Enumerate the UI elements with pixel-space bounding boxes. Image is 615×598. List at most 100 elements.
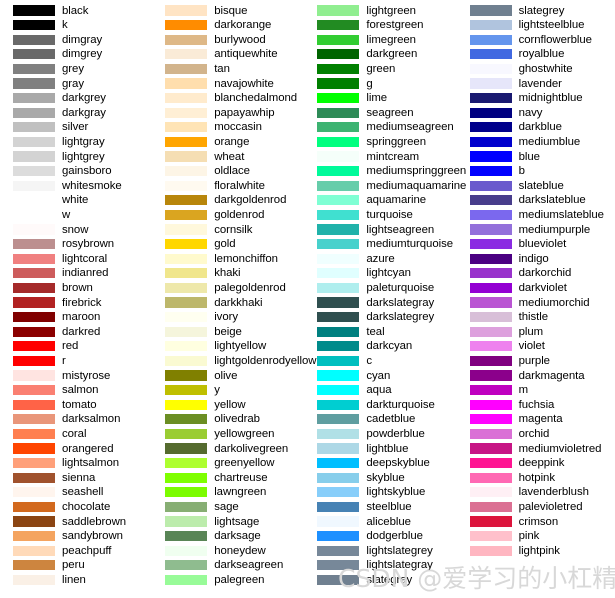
color-row: lavender xyxy=(457,77,609,92)
color-row: aquamarine xyxy=(304,194,456,209)
color-name-label: pink xyxy=(518,530,540,543)
color-swatch xyxy=(317,165,360,177)
color-swatch xyxy=(317,399,360,410)
color-row: palevioletred xyxy=(457,500,609,515)
color-name-label: oldlace xyxy=(214,165,250,178)
color-swatch xyxy=(317,487,360,498)
color-row: darkmagenta xyxy=(457,369,609,384)
color-swatch xyxy=(317,560,360,571)
color-row: springgreen xyxy=(304,135,456,150)
color-row: orangered xyxy=(0,442,152,457)
color-name-label: darkgoldenrod xyxy=(214,194,287,207)
color-row: darkslateblue xyxy=(457,194,609,209)
color-row: limegreen xyxy=(304,33,456,48)
color-row: whitesmoke xyxy=(0,179,152,194)
color-row: slategray xyxy=(304,573,456,588)
color-name-label: limegreen xyxy=(366,33,416,46)
color-swatch xyxy=(165,574,208,585)
color-name-label: purple xyxy=(518,355,550,367)
color-name-label: forestgreen xyxy=(366,19,424,32)
color-name-label: lightcyan xyxy=(366,267,411,280)
color-row: slateblue xyxy=(457,179,609,194)
color-name-label: whitesmoke xyxy=(62,179,122,192)
color-name-label: deepskyblue xyxy=(366,457,430,470)
color-row: tomato xyxy=(0,398,152,413)
color-name-label: lightpink xyxy=(518,544,560,557)
color-row: royalblue xyxy=(457,48,609,63)
color-name-label: thistle xyxy=(518,311,548,324)
color-swatch xyxy=(317,195,360,206)
color-swatch xyxy=(317,297,360,308)
color-row: thistle xyxy=(457,311,609,326)
color-row: firebrick xyxy=(0,296,152,311)
color-swatch xyxy=(13,516,55,527)
color-swatch xyxy=(469,530,512,542)
color-name-label: black xyxy=(62,4,89,17)
color-swatch xyxy=(317,107,360,118)
color-swatch xyxy=(469,63,512,74)
color-name-label: wheat xyxy=(214,150,245,163)
color-swatch xyxy=(13,49,55,60)
color-swatch xyxy=(317,19,360,31)
color-row: grey xyxy=(0,62,152,77)
color-name-label: olive xyxy=(214,369,238,382)
color-swatch xyxy=(13,122,55,133)
color-swatch xyxy=(317,384,360,396)
color-swatch xyxy=(165,268,208,279)
color-swatch xyxy=(469,34,512,45)
color-swatch xyxy=(13,238,55,250)
color-name-label: salmon xyxy=(62,384,99,397)
color-name-label: rosybrown xyxy=(62,238,115,251)
color-name-label: darkkhaki xyxy=(214,296,263,309)
color-swatch xyxy=(317,49,360,60)
color-swatch xyxy=(317,34,360,45)
color-swatch xyxy=(165,530,208,542)
color-swatch xyxy=(317,355,360,366)
color-row: sienna xyxy=(0,471,152,486)
color-row: darkgoldenrod xyxy=(152,194,304,209)
color-swatch xyxy=(469,326,512,337)
color-swatch xyxy=(317,326,360,337)
color-row: cornsilk xyxy=(152,223,304,238)
color-swatch xyxy=(317,238,360,250)
color-swatch xyxy=(469,238,512,250)
color-name-label: darkturquoise xyxy=(366,398,435,411)
color-swatch xyxy=(165,78,208,89)
color-row: yellow xyxy=(152,398,304,413)
color-swatch xyxy=(317,428,360,439)
color-name-label: mediumpurple xyxy=(518,223,591,236)
color-name-label: lightseagreen xyxy=(366,223,435,236)
color-name-label: yellowgreen xyxy=(214,428,275,440)
color-name-label: violet xyxy=(518,340,545,353)
color-swatch xyxy=(317,472,360,483)
color-row: g xyxy=(304,77,456,92)
color-column: black k dimgray dimgrey grey gray darkgrey dark… xyxy=(0,0,152,598)
color-swatch xyxy=(165,122,208,133)
color-row: forestgreen xyxy=(304,19,456,34)
color-name-label: honeydew xyxy=(214,544,266,557)
color-name-label: darkviolet xyxy=(518,282,567,294)
color-name-label: deeppink xyxy=(518,457,565,470)
color-row: khaki xyxy=(152,267,304,282)
color-swatch xyxy=(13,34,55,45)
color-swatch xyxy=(317,5,360,16)
color-row: sandybrown xyxy=(0,530,152,545)
color-row: darkgreen xyxy=(304,48,456,63)
color-row: gold xyxy=(152,238,304,253)
color-swatch xyxy=(165,384,208,396)
color-swatch xyxy=(13,195,55,206)
color-swatch xyxy=(469,472,512,483)
color-name-label: darksage xyxy=(214,530,261,543)
color-row: lightyellow xyxy=(152,340,304,355)
color-name-label: r xyxy=(62,355,66,367)
color-name-label: darkcyan xyxy=(366,340,413,353)
color-swatch xyxy=(165,326,208,337)
color-swatch xyxy=(165,63,208,74)
color-name-label: indigo xyxy=(518,252,549,265)
color-row: lightseagreen xyxy=(304,223,456,238)
color-name-label: burlywood xyxy=(214,33,266,46)
color-row: olivedrab xyxy=(152,413,304,428)
color-name-label: g xyxy=(366,77,373,90)
color-row: saddlebrown xyxy=(0,515,152,530)
color-row: chocolate xyxy=(0,500,152,515)
